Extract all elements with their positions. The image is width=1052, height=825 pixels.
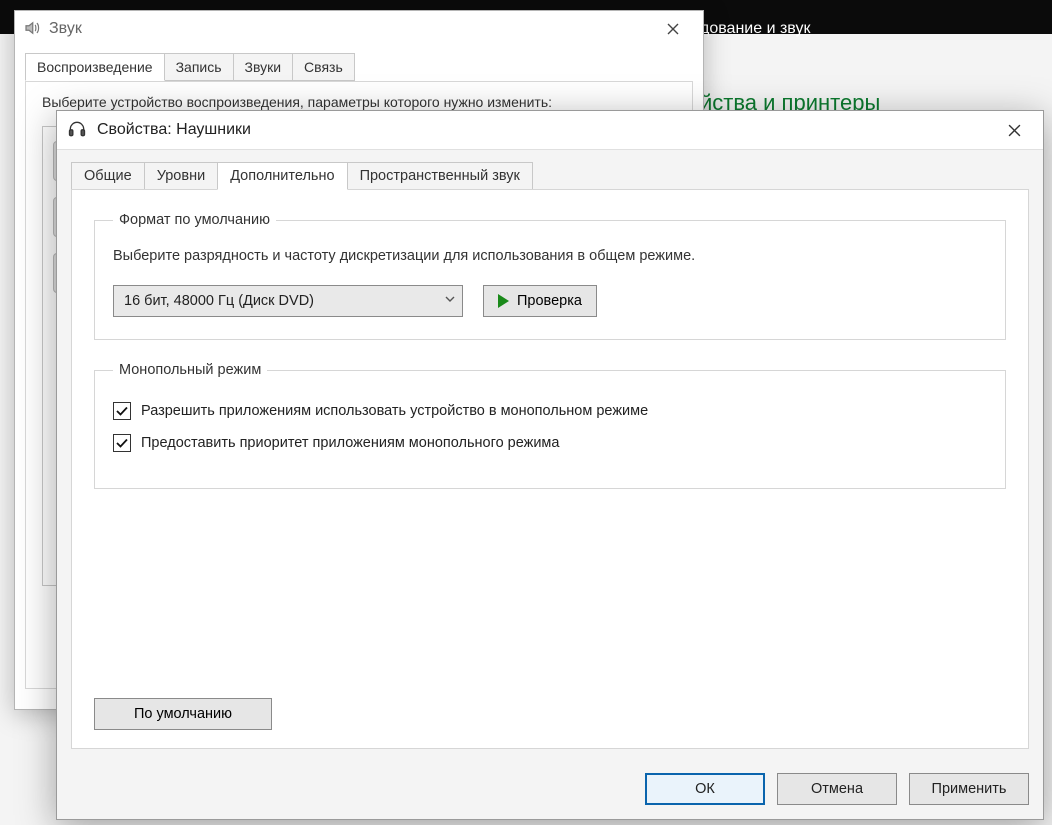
tab-spatial-sound[interactable]: Пространственный звук [347,162,533,190]
default-format-selected-value: 16 бит, 48000 Гц (Диск DVD) [124,293,314,309]
checkmark-icon [115,436,129,450]
sound-tabs: Воспроизведение Запись Звуки Связь [25,53,703,81]
sound-titlebar: Звук [15,11,703,47]
properties-dialog-title: Свойства: Наушники [97,121,251,139]
advanced-tab-page: Формат по умолчанию Выберите разрядность… [71,189,1029,749]
exclusive-mode-legend: Монопольный режим [113,362,267,378]
default-format-hint: Выберите разрядность и частоту дискретиз… [113,246,987,267]
priority-exclusive-checkbox[interactable] [113,434,131,452]
tab-sounds[interactable]: Звуки [233,53,294,81]
control-panel-breadcrumb-fragment: дование и звук [700,20,810,38]
priority-exclusive-row[interactable]: Предоставить приоритет приложениям моноп… [113,434,987,452]
test-button-label: Проверка [517,293,582,309]
tab-playback[interactable]: Воспроизведение [25,53,165,81]
close-icon [1008,124,1021,137]
dialog-button-row: ОК Отмена Применить [645,773,1029,805]
chevron-down-icon [444,293,456,309]
checkmark-icon [115,404,129,418]
sound-dialog-title: Звук [49,20,82,38]
sound-instruction-text: Выберите устройство воспроизведения, пар… [42,94,676,110]
properties-dialog: Свойства: Наушники Общие Уровни Дополнит… [56,110,1044,820]
properties-titlebar: Свойства: Наушники [57,111,1043,149]
play-icon [498,294,509,308]
default-format-combobox[interactable]: 16 бит, 48000 Гц (Диск DVD) [113,285,463,317]
properties-tabs: Общие Уровни Дополнительно Пространствен… [57,150,1043,190]
properties-close-button[interactable] [991,115,1037,145]
allow-exclusive-row[interactable]: Разрешить приложениям использовать устро… [113,402,987,420]
allow-exclusive-checkbox[interactable] [113,402,131,420]
ok-button[interactable]: ОК [645,773,765,805]
speaker-icon [23,19,41,40]
tab-general[interactable]: Общие [71,162,145,190]
default-format-legend: Формат по умолчанию [113,212,276,228]
apply-button[interactable]: Применить [909,773,1029,805]
tab-recording[interactable]: Запись [164,53,234,81]
close-icon [667,23,679,35]
restore-defaults-button[interactable]: По умолчанию [94,698,272,730]
tab-levels[interactable]: Уровни [144,162,219,190]
priority-exclusive-label: Предоставить приоритет приложениям моноп… [141,435,559,451]
headphones-icon [67,119,87,142]
sound-close-button[interactable] [651,14,695,44]
cancel-button[interactable]: Отмена [777,773,897,805]
tab-communications[interactable]: Связь [292,53,355,81]
exclusive-mode-group: Монопольный режим Разрешить приложениям … [94,362,1006,489]
allow-exclusive-label: Разрешить приложениям использовать устро… [141,403,648,419]
test-button[interactable]: Проверка [483,285,597,317]
properties-content: Общие Уровни Дополнительно Пространствен… [57,149,1043,819]
default-format-group: Формат по умолчанию Выберите разрядность… [94,212,1006,340]
tab-advanced[interactable]: Дополнительно [217,162,347,190]
